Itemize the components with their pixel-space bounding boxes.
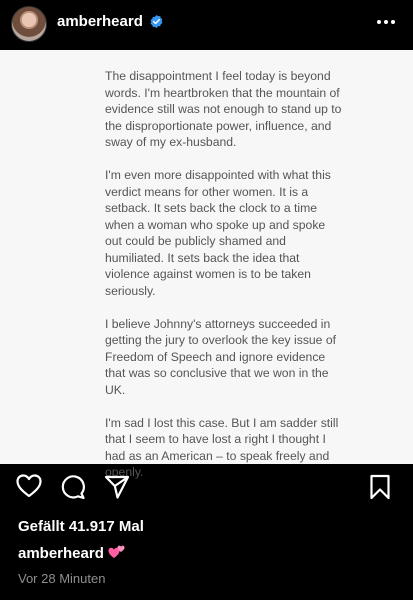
heart-icon[interactable] [16,474,42,498]
action-bar [0,474,413,510]
statement-text: The disappointment I feel today is beyon… [105,68,345,497]
statement-paragraph: I believe Johnny's attorneys succeeded i… [105,316,337,397]
verified-badge-icon [150,14,163,29]
caption: amberheard [18,544,126,562]
statement-paragraph: I'm sad I lost this case. But I am sadde… [105,415,339,480]
two-hearts-emoji-icon [108,545,125,558]
statement-paragraph: I'm even more disappointed with what thi… [105,168,331,298]
post-timestamp: Vor 28 Minuten [18,571,106,586]
post-image[interactable]: The disappointment I feel today is beyon… [0,50,413,479]
avatar[interactable] [11,6,47,42]
caption-username[interactable]: amberheard [18,545,104,562]
likes-count[interactable]: Gefällt 41.917 Mal [18,518,144,535]
comment-icon[interactable] [60,474,86,500]
post-header: amberheard [0,0,413,50]
more-options-icon[interactable] [376,19,396,25]
statement-paragraph: The disappointment I feel today is beyon… [105,69,342,149]
bookmark-icon[interactable] [369,474,391,500]
send-icon[interactable] [104,474,130,500]
username[interactable]: amberheard [57,13,143,30]
